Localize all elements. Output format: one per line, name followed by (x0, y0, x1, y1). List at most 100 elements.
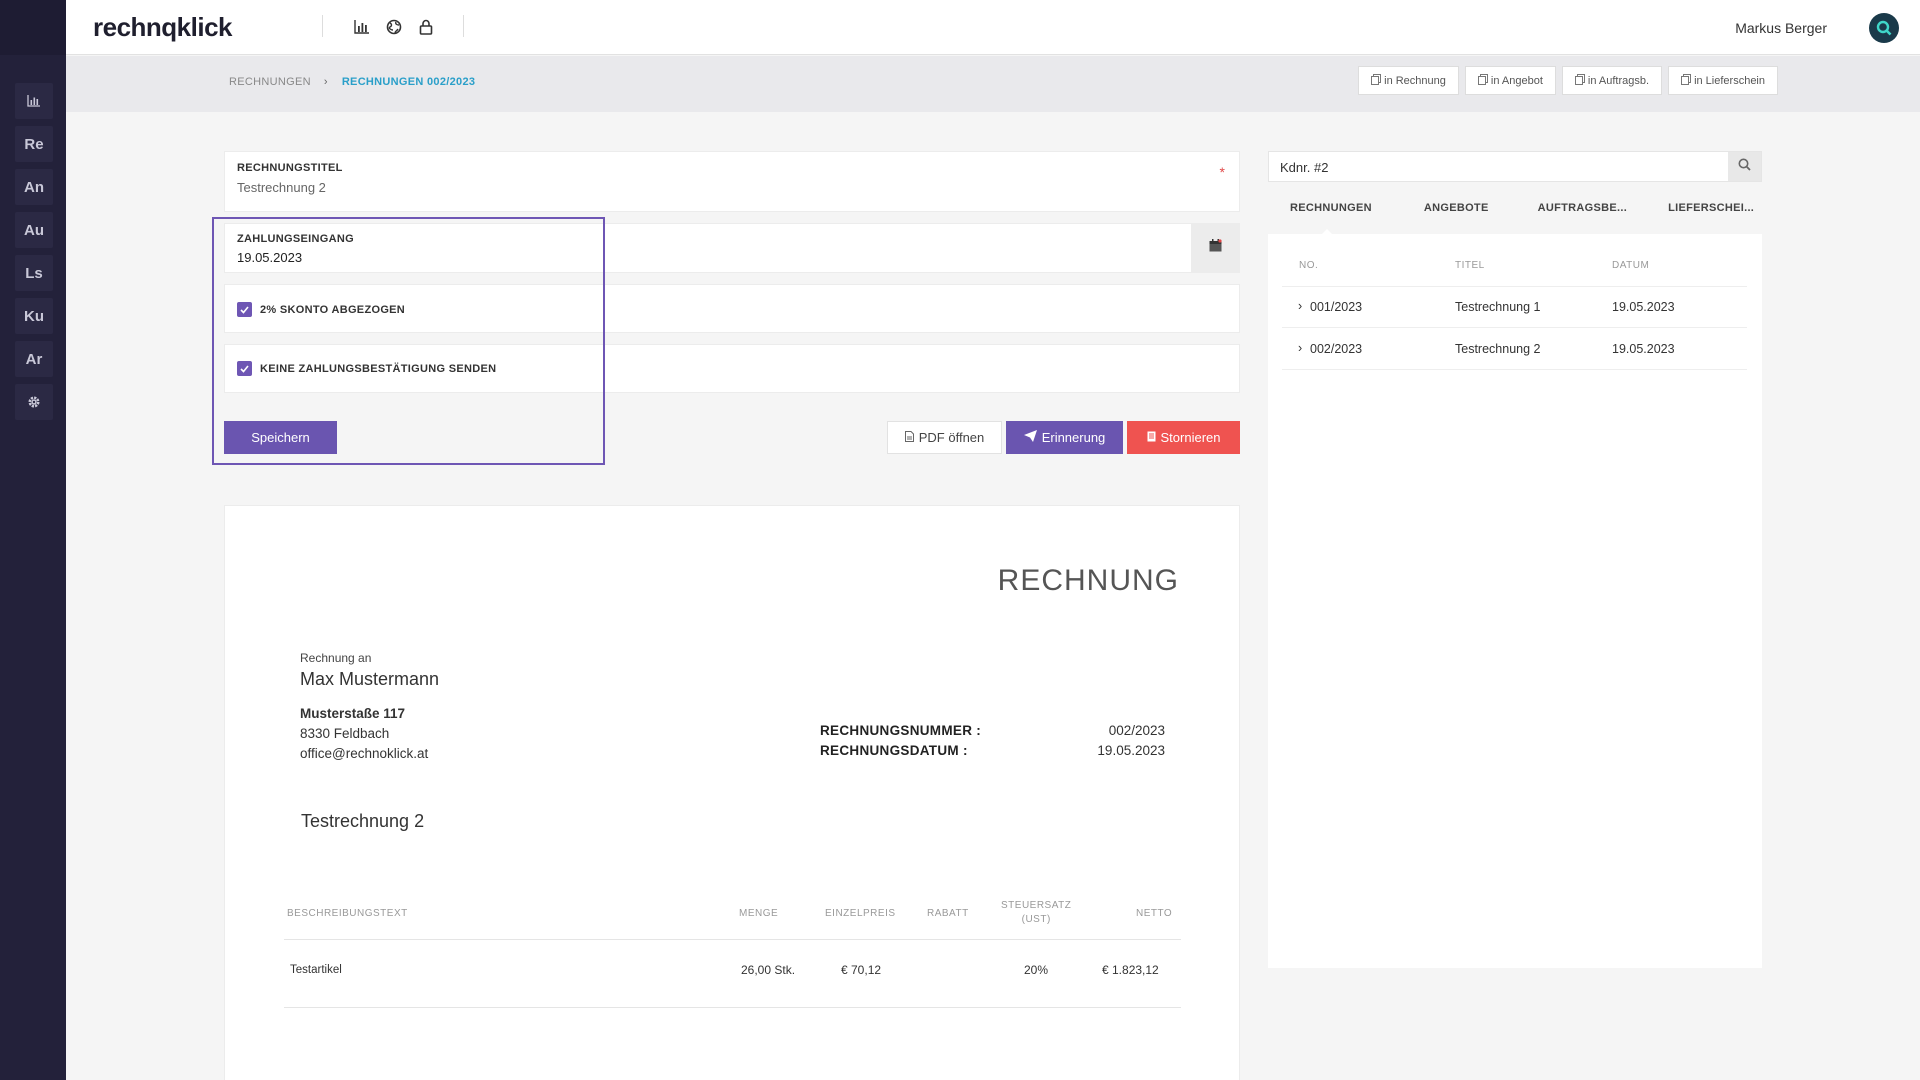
invoice-title-field[interactable]: RECHNUNGSTITEL Testrechnung 2 * (224, 151, 1240, 212)
breadcrumb-item-rechnungen[interactable]: RECHNUNGEN (229, 76, 311, 88)
divider (463, 15, 464, 37)
send-icon (1023, 430, 1037, 445)
search-button[interactable] (1728, 152, 1761, 181)
sidebar-item-rechnungen[interactable]: Re (15, 126, 53, 162)
list-item-no: 001/2023 (1310, 300, 1363, 314)
top-bar: rechnqklick Markus Berger (66, 0, 1920, 55)
avatar[interactable] (1869, 13, 1899, 43)
copy-icon (1681, 73, 1692, 88)
invoice-title-input[interactable]: Testrechnung 2 (237, 180, 1227, 195)
invoice-number-label: RECHNUNGSNUMMER : (820, 723, 982, 738)
no-confirmation-row: KEINE ZAHLUNGSBESTÄTIGUNG SENDEN (224, 344, 1240, 393)
pdf-icon (904, 430, 914, 445)
customer-search[interactable]: Kdnr. #2 (1268, 151, 1762, 182)
sidebar-nav: Re An Au Ls Ku Ar (15, 83, 53, 427)
open-pdf-label: PDF öffnen (918, 430, 985, 445)
tab-auftragsbestaetigungen[interactable]: AUFTRAGSBE... (1538, 196, 1627, 234)
skonto-checkbox[interactable] (237, 302, 252, 317)
check-icon (240, 305, 249, 314)
globe-icon[interactable] (384, 17, 404, 37)
copy-icon (1477, 73, 1488, 88)
convert-to-order-button[interactable]: in Auftragsb. (1561, 66, 1663, 95)
sidebar-item-lieferscheine[interactable]: Ls (15, 255, 53, 291)
divider (284, 939, 1181, 940)
invoice-heading: RECHNUNG (997, 564, 1179, 597)
customer-name: Max Mustermann (300, 669, 440, 689)
invoice-date-value: 19.05.2023 (1097, 743, 1165, 758)
convert-buttons: in Rechnung in Angebot in Auftragsb. in … (1358, 66, 1778, 95)
convert-to-invoice-label: in Rechnung (1384, 74, 1446, 87)
payment-date-input[interactable]: 19.05.2023 (237, 250, 1227, 265)
convert-to-offer-button[interactable]: in Angebot (1464, 66, 1556, 95)
convert-to-offer-label: in Angebot (1490, 74, 1543, 87)
invoice-number-value: 002/2023 (1108, 723, 1165, 738)
column-header-title: TITEL (1455, 260, 1485, 271)
calendar-button[interactable] (1191, 224, 1239, 272)
sidebar-item-kunden[interactable]: Ku (15, 298, 53, 334)
column-header-tax: STEUERSATZ (UST) (1001, 899, 1071, 927)
item-description: Testartikel (290, 964, 342, 976)
list-item-date: 19.05.2023 (1612, 342, 1675, 356)
list-item[interactable]: › 002/2023 Testrechnung 2 19.05.2023 (1282, 329, 1747, 370)
column-header-discount: RABATT (927, 908, 969, 919)
list-item[interactable]: › 001/2023 Testrechnung 1 19.05.2023 (1282, 287, 1747, 328)
breadcrumb-current: RECHNUNGEN 002/2023 (341, 76, 476, 88)
breadcrumb-bar: RECHNUNGEN › RECHNUNGEN 002/2023 in Rech… (66, 56, 1920, 112)
document-tabs: RECHNUNGEN ANGEBOTE AUFTRAGSBE... LIEFER… (1268, 196, 1762, 234)
sidebar-item-artikel[interactable]: Ar (15, 341, 53, 377)
user-name[interactable]: Markus Berger (1735, 20, 1827, 36)
no-confirmation-checkbox[interactable] (237, 361, 252, 376)
chart-icon (27, 95, 41, 107)
list-item-title: Testrechnung 1 (1455, 300, 1541, 314)
payment-date-field[interactable]: ZAHLUNGSEINGANG 19.05.2023 (224, 223, 1240, 273)
convert-to-delivery-label: in Lieferschein (1694, 74, 1765, 87)
document-list: NO. TITEL DATUM › 001/2023 Testrechnung … (1268, 234, 1762, 968)
item-net: € 1.823,12 (1102, 963, 1159, 977)
column-header-net: NETTO (1136, 908, 1173, 919)
sidebar-item-auftraege[interactable]: Au (15, 212, 53, 248)
convert-to-order-label: in Auftragsb. (1587, 74, 1650, 87)
bill-to-label: Rechnung an (300, 651, 372, 665)
save-button[interactable]: Speichern (224, 421, 337, 454)
skonto-label[interactable]: 2% SKONTO ABGEZOGEN (260, 304, 405, 316)
invoice-title-label: RECHNUNGSTITEL (237, 162, 343, 174)
sidebar-item-settings[interactable] (15, 384, 53, 420)
required-marker: * (1219, 164, 1225, 180)
invoice-meta: RECHNUNGSNUMMER : 002/2023 RECHNUNGSDATU… (820, 721, 1165, 761)
invoice-subject: Testrechnung 2 (301, 811, 425, 831)
list-item-no: 002/2023 (1310, 342, 1363, 356)
statistics-icon[interactable] (352, 17, 372, 37)
document-icon (1147, 430, 1156, 445)
reminder-button[interactable]: Erinnerung (1006, 421, 1123, 454)
payment-date-label: ZAHLUNGSEINGANG (237, 233, 354, 245)
save-button-label: Speichern (251, 430, 310, 445)
cancel-invoice-label: Stornieren (1160, 430, 1221, 445)
search-icon (1738, 158, 1751, 176)
app-logo[interactable]: rechnqklick (93, 12, 233, 43)
cancel-invoice-button[interactable]: Stornieren (1127, 421, 1240, 454)
item-unit-price: € 70,12 (841, 963, 882, 977)
invoice-preview: RECHNUNG Rechnung an Max Mustermann Must… (224, 505, 1240, 1080)
convert-to-delivery-button[interactable]: in Lieferschein (1668, 66, 1778, 95)
tab-angebote[interactable]: ANGEBOTE (1424, 196, 1489, 234)
no-confirmation-label[interactable]: KEINE ZAHLUNGSBESTÄTIGUNG SENDEN (260, 363, 496, 375)
copy-icon (1574, 73, 1585, 88)
sidebar-item-dashboard[interactable] (15, 83, 53, 119)
convert-to-invoice-button[interactable]: in Rechnung (1358, 66, 1459, 95)
divider (284, 1007, 1181, 1008)
reminder-label: Erinnerung (1041, 430, 1106, 445)
list-item-date: 19.05.2023 (1612, 300, 1675, 314)
customer-email: office@rechnoklick.at (300, 746, 429, 761)
search-input[interactable]: Kdnr. #2 (1280, 160, 1328, 175)
chevron-right-icon: › (1298, 299, 1303, 313)
calendar-icon (1209, 239, 1222, 257)
copy-icon (1371, 73, 1382, 88)
lock-icon[interactable] (416, 17, 436, 37)
customer-address: Musterstaße 117 8330 Feldbach office@rec… (300, 704, 428, 764)
sidebar-item-angebote[interactable]: An (15, 169, 53, 205)
sidebar-top (0, 0, 66, 55)
column-header-no: NO. (1299, 260, 1319, 271)
open-pdf-button[interactable]: PDF öffnen (887, 421, 1002, 454)
column-header-quantity: MENGE (739, 908, 779, 919)
tab-lieferscheine[interactable]: LIEFERSCHEI... (1668, 196, 1754, 234)
